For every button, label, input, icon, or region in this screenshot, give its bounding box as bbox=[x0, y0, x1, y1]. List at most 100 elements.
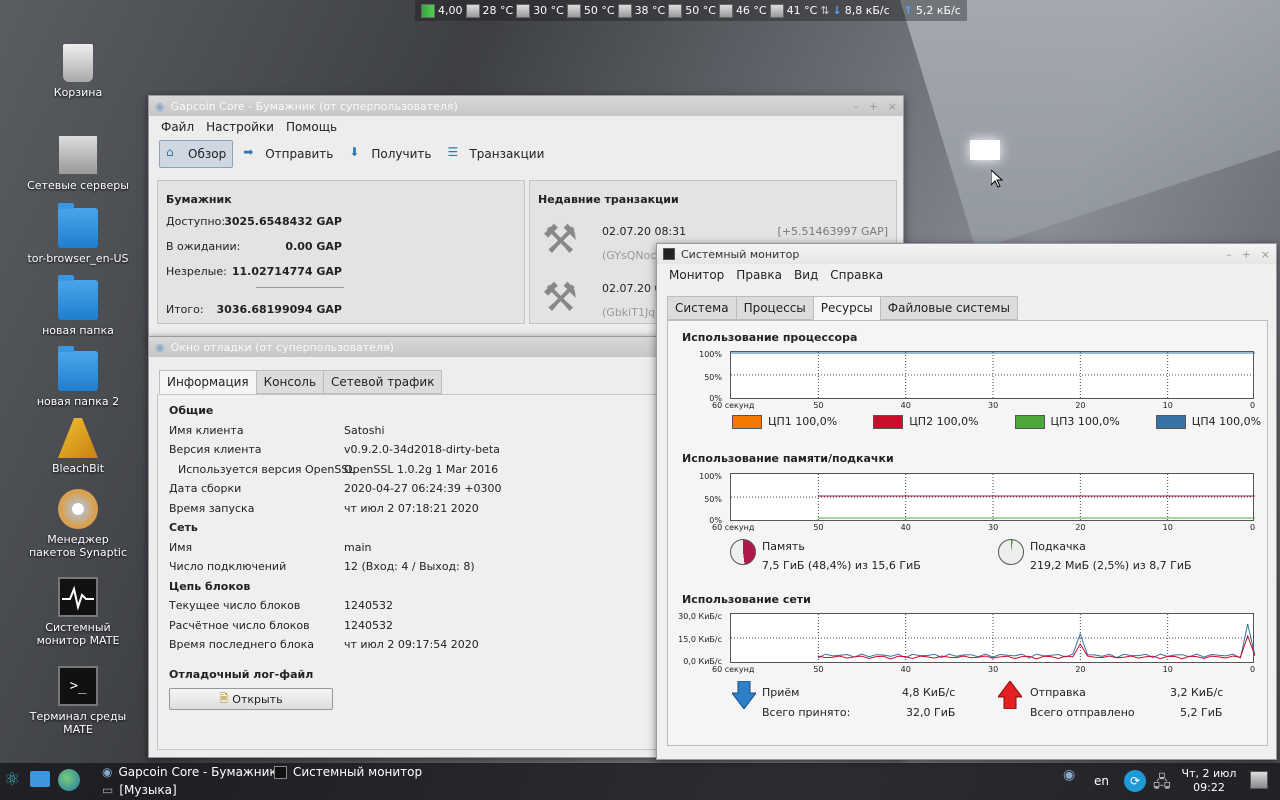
desktop-icon-synaptic[interactable]: Менеджер пакетов Synaptic bbox=[23, 489, 133, 559]
menu-help[interactable]: Справка bbox=[824, 266, 889, 284]
tab-network-traffic[interactable]: Сетевой трафик bbox=[323, 370, 443, 394]
desktop-icon-network-servers[interactable]: Сетевые серверы bbox=[23, 135, 133, 192]
tray-network[interactable]: 🖧 bbox=[1153, 771, 1171, 798]
close-button[interactable]: × bbox=[1261, 248, 1270, 261]
receive-button[interactable]: ⬇ Получить bbox=[343, 140, 437, 168]
menu-edit[interactable]: Правка bbox=[730, 266, 788, 284]
tray-update[interactable]: ⟳ bbox=[1124, 770, 1146, 792]
immature-label: Незрелые: bbox=[166, 265, 227, 278]
menu-help[interactable]: Помощь bbox=[280, 118, 343, 136]
tab-system[interactable]: Система bbox=[667, 296, 737, 320]
upload-rate: 5,2 кБ/с bbox=[915, 4, 961, 17]
open-log-button[interactable]: 🗎 Открыть bbox=[169, 688, 333, 710]
receive-rate: 4,8 КиБ/с bbox=[902, 686, 956, 699]
browser-launcher[interactable] bbox=[58, 769, 80, 791]
network-name-value: main bbox=[344, 541, 372, 554]
taskbar-item-sysmon[interactable]: Системный монитор bbox=[274, 765, 422, 779]
system-monitor-window: Системный монитор – + × Монитор Правка Вид… bbox=[656, 243, 1277, 760]
taskbar-item-wallet[interactable]: ◉ Gapcoin Core - Бумажник... bbox=[102, 765, 288, 779]
tray-gapcoin[interactable]: ◉ bbox=[1063, 767, 1075, 783]
desktop-icon-system-monitor[interactable]: Системный монитор MATE bbox=[23, 577, 133, 647]
keyboard-layout[interactable]: en bbox=[1094, 774, 1109, 788]
menu-settings[interactable]: Настройки bbox=[200, 118, 280, 136]
cpu3-swatch[interactable] bbox=[1014, 415, 1045, 429]
minimize-button[interactable]: – bbox=[853, 100, 859, 113]
clock-date: Чт, 2 июл bbox=[1181, 767, 1237, 780]
cpu-header: Использование процессора bbox=[682, 331, 858, 344]
wallpaper-light bbox=[970, 140, 1000, 160]
sent-total-label: Всего отправлено bbox=[1030, 706, 1135, 719]
cpu3-legend: ЦП3 100,0% bbox=[1014, 415, 1120, 429]
maximize-button[interactable]: + bbox=[1242, 248, 1251, 261]
cpu-legend: ЦП1 100,0% ЦП2 100,0% ЦП3 100,0% ЦП4 100… bbox=[732, 415, 1261, 429]
cpu4-value: 100,0% bbox=[1219, 415, 1262, 428]
taskbar-item-music[interactable]: ▭ [Музыка] bbox=[102, 783, 177, 797]
taskbar-music-label: [Музыка] bbox=[119, 783, 177, 797]
x-tick-label: 0 bbox=[1250, 401, 1256, 410]
home-folder-launcher[interactable] bbox=[30, 771, 50, 787]
taskbar-sysmon-label: Системный монитор bbox=[293, 765, 423, 779]
section-blockchain: Цепь блоков bbox=[169, 580, 251, 593]
wallet-titlebar[interactable]: ◉ Gapcoin Core - Бумажник (от суперпольз… bbox=[149, 96, 903, 116]
section-network: Сеть bbox=[169, 521, 198, 534]
x-tick-label: 30 bbox=[988, 665, 999, 674]
window-list-icon bbox=[1250, 771, 1268, 789]
maximize-button[interactable]: + bbox=[869, 100, 878, 113]
start-time-label: Время запуска bbox=[169, 502, 255, 515]
desktop-icon-bleachbit[interactable]: BleachBit bbox=[23, 418, 133, 475]
desktop-icon-terminal[interactable]: >_ Терминал среды MATE bbox=[23, 666, 133, 736]
temp-2: 30 °C bbox=[533, 4, 564, 17]
tray-extra[interactable] bbox=[1250, 771, 1268, 789]
temp-6: 46 °C bbox=[735, 4, 767, 17]
desktop-icon-label: Терминал среды MATE bbox=[29, 710, 127, 736]
menu-file[interactable]: Файл bbox=[155, 118, 200, 136]
immature-value: 11.02714774 GAP bbox=[231, 265, 342, 278]
tab-processes[interactable]: Процессы bbox=[735, 296, 814, 320]
graph-series-line bbox=[817, 623, 1256, 659]
received-total-label: Всего принято: bbox=[762, 706, 851, 719]
tab-filesystems[interactable]: Файловые системы bbox=[879, 296, 1018, 320]
minimize-button[interactable]: – bbox=[1226, 248, 1232, 261]
cpu2-swatch[interactable] bbox=[873, 415, 904, 429]
memory-pie-icon bbox=[730, 539, 756, 565]
system-monitor-icon bbox=[274, 765, 287, 779]
desktop-icon-tor-browser[interactable]: tor-browser_en-US bbox=[23, 203, 133, 265]
openssl-value: OpenSSL 1.0.2g 1 Mar 2016 bbox=[344, 463, 499, 476]
gapcoin-tray-icon: ◉ bbox=[1063, 767, 1076, 783]
section-general: Общие bbox=[169, 404, 214, 417]
send-rate: 3,2 КиБ/с bbox=[1170, 686, 1224, 699]
globe-icon bbox=[58, 769, 80, 791]
trash-icon bbox=[63, 44, 93, 82]
main-menu-button[interactable]: ⚛ bbox=[4, 769, 20, 790]
cpu-load: 4,00 bbox=[438, 4, 463, 17]
clock[interactable]: Чт, 2 июл 09:22 bbox=[1180, 767, 1238, 795]
x-tick-label: 60 секунд bbox=[712, 523, 755, 532]
desktop-icon-new-folder-2[interactable]: новая папка 2 bbox=[23, 346, 133, 408]
cpu1-swatch[interactable] bbox=[732, 415, 762, 429]
swap-value: 219,2 МиБ (2,5%) из 8,7 ГиБ bbox=[1030, 559, 1192, 572]
desktop-icon-label: Системный монитор MATE bbox=[36, 621, 120, 647]
send-button[interactable]: ➡ Отправить bbox=[237, 140, 339, 168]
list-icon: ☰ bbox=[447, 145, 459, 159]
x-tick-label: 40 bbox=[900, 523, 911, 532]
transactions-button[interactable]: ☰ Транзакции bbox=[441, 140, 550, 168]
sysmon-titlebar[interactable]: Системный монитор – + × bbox=[657, 244, 1276, 264]
send-arrow-icon bbox=[997, 680, 1023, 710]
tab-resources[interactable]: Ресурсы bbox=[812, 296, 881, 320]
menu-view[interactable]: Вид bbox=[788, 266, 824, 284]
wallpaper-panel bbox=[900, 0, 1280, 250]
close-button[interactable]: × bbox=[888, 100, 897, 113]
temp-icon bbox=[566, 3, 581, 18]
cpu1-value: 100,0% bbox=[795, 415, 838, 428]
menu-monitor[interactable]: Монитор bbox=[663, 266, 730, 284]
overview-button[interactable]: ⌂ Обзор bbox=[159, 140, 234, 168]
tab-info[interactable]: Информация bbox=[159, 370, 257, 394]
desktop-icon-trash[interactable]: Корзина bbox=[23, 44, 133, 99]
system-monitor-icon bbox=[663, 248, 675, 260]
cpu4-swatch[interactable] bbox=[1155, 415, 1186, 429]
desktop-icon-label: Менеджер пакетов Synaptic bbox=[28, 533, 128, 559]
tab-console[interactable]: Консоль bbox=[255, 370, 325, 394]
temp-5: 50 °C bbox=[685, 4, 716, 17]
gapcoin-icon: ◉ bbox=[155, 340, 165, 354]
desktop-icon-new-folder[interactable]: новая папка bbox=[23, 275, 133, 337]
